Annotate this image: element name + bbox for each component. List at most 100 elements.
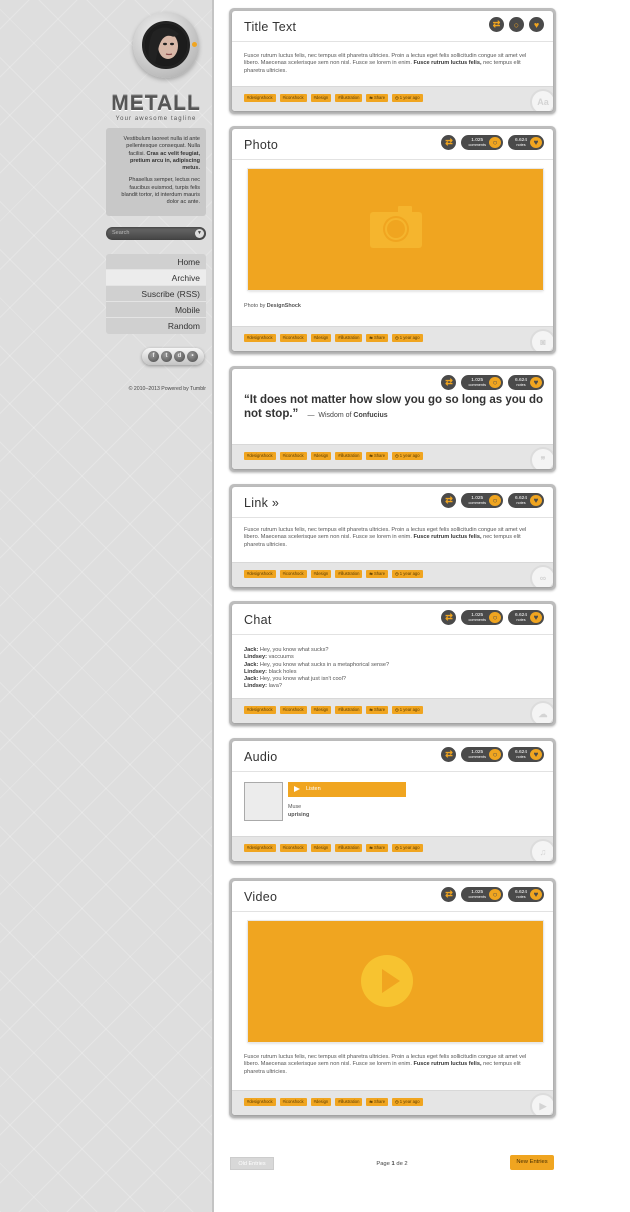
- share-button[interactable]: ⇆Share: [366, 844, 389, 852]
- post-title[interactable]: Audio: [244, 750, 277, 764]
- nav-archive[interactable]: Archive: [106, 270, 206, 286]
- post-title-link[interactable]: Link »: [244, 496, 279, 510]
- comment-icon: ○: [488, 377, 501, 388]
- timestamp-link[interactable]: ◷1 year ago: [392, 334, 423, 342]
- page-indicator: Page 1 de 2: [355, 1161, 429, 1167]
- tag-designshock[interactable]: #designshock: [244, 452, 276, 460]
- tag-designshock[interactable]: #designshock: [244, 570, 276, 578]
- post-title[interactable]: Video: [244, 890, 277, 904]
- tag-design[interactable]: #design: [310, 1098, 332, 1106]
- post-header: Video ⇄ 1.025 comments ○ 6.624 notes ♥: [232, 881, 553, 912]
- timestamp-link[interactable]: ◷1 year ago: [392, 452, 423, 460]
- tag-iconshock[interactable]: #iconshock: [279, 844, 307, 852]
- nav-mobile[interactable]: Mobile: [106, 302, 206, 318]
- comments-button[interactable]: 1.025 comments ○: [461, 887, 503, 902]
- tag-designshock[interactable]: #designshock: [244, 1098, 276, 1106]
- tag-design[interactable]: #design: [310, 570, 332, 578]
- like-icon[interactable]: ♥: [529, 17, 544, 32]
- facebook-icon[interactable]: f: [148, 351, 159, 362]
- timestamp-link[interactable]: ◷1 year ago: [392, 706, 423, 714]
- reblog-icon[interactable]: ⇄: [441, 747, 457, 762]
- reblog-icon[interactable]: ⇄: [441, 375, 457, 390]
- play-icon: [294, 786, 300, 792]
- share-button[interactable]: ⇆Share: [366, 94, 389, 102]
- dribbble-icon[interactable]: d: [174, 351, 185, 362]
- tag-design[interactable]: #design: [310, 452, 332, 460]
- tag-design[interactable]: #design: [310, 94, 332, 102]
- new-entries-button[interactable]: New Entries: [510, 1155, 554, 1170]
- share-button[interactable]: ⇆Share: [366, 570, 389, 578]
- reblog-icon[interactable]: ⇄: [441, 135, 457, 150]
- timestamp-link[interactable]: ◷1 year ago: [392, 1098, 423, 1106]
- tag-iconshock[interactable]: #iconshock: [279, 94, 307, 102]
- comment-icon: ○: [488, 495, 501, 506]
- comments-button[interactable]: 1.025 comments ○: [461, 135, 503, 150]
- tag-illustration[interactable]: #illustration: [335, 334, 363, 342]
- notes-button[interactable]: 6.624 notes ♥: [507, 493, 544, 508]
- tag-design[interactable]: #design: [310, 334, 332, 342]
- share-button[interactable]: ⇆Share: [366, 1098, 389, 1106]
- twitter-icon[interactable]: t: [161, 351, 172, 362]
- photo-image[interactable]: [248, 169, 543, 290]
- tag-iconshock[interactable]: #iconshock: [279, 706, 307, 714]
- flickr-icon[interactable]: •: [187, 351, 198, 362]
- play-button-icon[interactable]: [361, 955, 413, 1007]
- site-logo[interactable]: METALL: [106, 92, 206, 116]
- nav-rss[interactable]: Suscribe (RSS): [106, 286, 206, 302]
- tag-iconshock[interactable]: #iconshock: [279, 334, 307, 342]
- timestamp-link[interactable]: ◷1 year ago: [392, 94, 423, 102]
- share-button[interactable]: ⇆Share: [366, 452, 389, 460]
- notes-button[interactable]: 6.624 notes ♥: [507, 887, 544, 902]
- notes-button[interactable]: 6.624 notes ♥: [507, 747, 544, 762]
- tag-designshock[interactable]: #designshock: [244, 94, 276, 102]
- timestamp-link[interactable]: ◷1 year ago: [392, 570, 423, 578]
- tag-designshock[interactable]: #designshock: [244, 334, 276, 342]
- tag-iconshock[interactable]: #iconshock: [279, 570, 307, 578]
- share-label: Share: [373, 95, 386, 100]
- notes-button[interactable]: 6.624 notes ♥: [507, 610, 544, 625]
- video-player[interactable]: [248, 921, 543, 1042]
- sidebar-nav: Home Archive Suscribe (RSS) Mobile Rando…: [106, 254, 206, 334]
- tag-iconshock[interactable]: #iconshock: [279, 1098, 307, 1106]
- timestamp-label: 1 year ago: [399, 335, 420, 340]
- post-actions: ⇄ 1.025 comments ○ 6.624 notes ♥: [441, 493, 544, 508]
- old-entries-button[interactable]: Old Entries: [230, 1157, 274, 1170]
- post-title[interactable]: Title Text: [244, 20, 296, 34]
- tag-designshock[interactable]: #designshock: [244, 844, 276, 852]
- post-title[interactable]: Photo: [244, 138, 278, 152]
- reblog-icon[interactable]: ⇄: [441, 887, 457, 902]
- tag-illustration[interactable]: #illustration: [335, 570, 363, 578]
- notes-button[interactable]: 6.624 notes ♥: [507, 375, 544, 390]
- comments-button[interactable]: 1.025 comments ○: [461, 610, 503, 625]
- comment-icon[interactable]: ○: [509, 17, 524, 32]
- tag-illustration[interactable]: #illustration: [335, 94, 363, 102]
- listen-button[interactable]: Listen: [288, 782, 406, 797]
- comments-button[interactable]: 1.025 comments ○: [461, 375, 503, 390]
- search-input[interactable]: Search ▼: [106, 227, 206, 240]
- comments-button[interactable]: 1.025 comments ○: [461, 747, 503, 762]
- tag-design[interactable]: #design: [310, 706, 332, 714]
- tag-illustration[interactable]: #illustration: [335, 844, 363, 852]
- comment-icon: ○: [488, 889, 501, 900]
- tag-illustration[interactable]: #illustration: [335, 1098, 363, 1106]
- post-title[interactable]: Chat: [244, 613, 272, 627]
- comments-button[interactable]: 1.025 comments ○: [461, 493, 503, 508]
- post-actions: ⇄ ○ ♥: [489, 17, 544, 32]
- share-button[interactable]: ⇆Share: [366, 334, 389, 342]
- credit-name[interactable]: DesignShock: [267, 303, 301, 309]
- search-icon[interactable]: ▼: [195, 229, 204, 238]
- timestamp-link[interactable]: ◷1 year ago: [392, 844, 423, 852]
- reblog-icon[interactable]: ⇄: [441, 610, 457, 625]
- tag-illustration[interactable]: #illustration: [335, 706, 363, 714]
- nav-random[interactable]: Random: [106, 318, 206, 334]
- share-button[interactable]: ⇆Share: [366, 706, 389, 714]
- nav-home[interactable]: Home: [106, 254, 206, 270]
- tag-iconshock[interactable]: #iconshock: [279, 452, 307, 460]
- tag-design[interactable]: #design: [310, 844, 332, 852]
- avatar[interactable]: [142, 21, 190, 69]
- reblog-icon[interactable]: ⇄: [489, 17, 504, 32]
- notes-button[interactable]: 6.624 notes ♥: [507, 135, 544, 150]
- reblog-icon[interactable]: ⇄: [441, 493, 457, 508]
- tag-designshock[interactable]: #designshock: [244, 706, 276, 714]
- tag-illustration[interactable]: #illustration: [335, 452, 363, 460]
